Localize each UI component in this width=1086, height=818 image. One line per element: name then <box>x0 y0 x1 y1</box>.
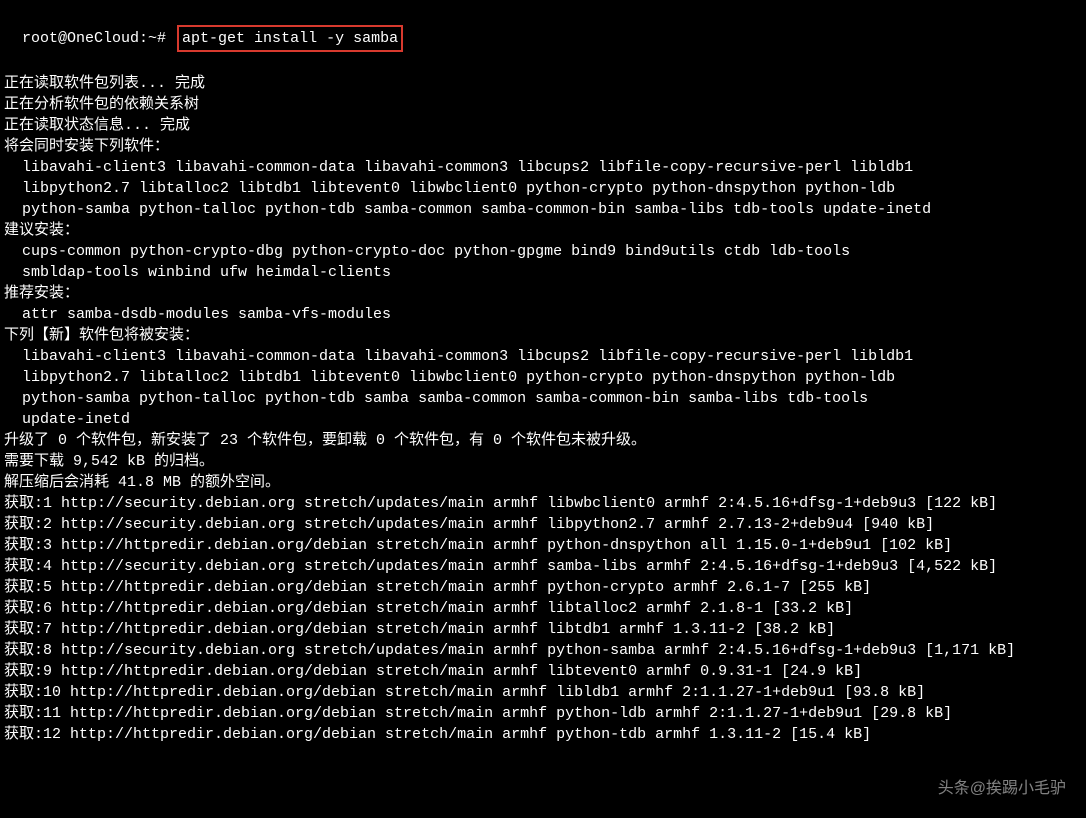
output-line: 获取:10 http://httpredir.debian.org/debian… <box>4 682 1082 703</box>
output-line: 正在读取软件包列表... 完成 <box>4 73 1082 94</box>
output-line: 获取:9 http://httpredir.debian.org/debian … <box>4 661 1082 682</box>
output-line: libavahi-client3 libavahi-common-data li… <box>4 157 1082 178</box>
output-line: libpython2.7 libtalloc2 libtdb1 libteven… <box>4 178 1082 199</box>
output-line: 获取:2 http://security.debian.org stretch/… <box>4 514 1082 535</box>
output-line: attr samba-dsdb-modules samba-vfs-module… <box>4 304 1082 325</box>
output-line: 获取:5 http://httpredir.debian.org/debian … <box>4 577 1082 598</box>
output-line: 推荐安装： <box>4 283 1082 304</box>
output-line: 获取:1 http://security.debian.org stretch/… <box>4 493 1082 514</box>
output-line: 将会同时安装下列软件： <box>4 136 1082 157</box>
output-line: python-samba python-talloc python-tdb sa… <box>4 199 1082 220</box>
output-line: 升级了 0 个软件包，新安装了 23 个软件包，要卸载 0 个软件包，有 0 个… <box>4 430 1082 451</box>
output-line: 获取:7 http://httpredir.debian.org/debian … <box>4 619 1082 640</box>
output-line: smbldap-tools winbind ufw heimdal-client… <box>4 262 1082 283</box>
output-line: 下列【新】软件包将被安装： <box>4 325 1082 346</box>
shell-prompt: root@OneCloud:~# <box>22 30 175 47</box>
terminal-output[interactable]: root@OneCloud:~# apt-get install -y samb… <box>4 4 1082 766</box>
output-line: 获取:4 http://security.debian.org stretch/… <box>4 556 1082 577</box>
output-line: 获取:8 http://security.debian.org stretch/… <box>4 640 1082 661</box>
output-line: libavahi-client3 libavahi-common-data li… <box>4 346 1082 367</box>
output-line: 获取:11 http://httpredir.debian.org/debian… <box>4 703 1082 724</box>
output-lines: 正在读取软件包列表... 完成正在分析软件包的依赖关系树正在读取状态信息... … <box>4 73 1082 745</box>
output-line: libpython2.7 libtalloc2 libtdb1 libteven… <box>4 367 1082 388</box>
output-line: 正在读取状态信息... 完成 <box>4 115 1082 136</box>
output-line: 需要下载 9,542 kB 的归档。 <box>4 451 1082 472</box>
output-line: 获取:6 http://httpredir.debian.org/debian … <box>4 598 1082 619</box>
command-highlight: apt-get install -y samba <box>177 25 403 52</box>
output-line: 建议安装： <box>4 220 1082 241</box>
output-line: 解压缩后会消耗 41.8 MB 的额外空间。 <box>4 472 1082 493</box>
output-line: 正在分析软件包的依赖关系树 <box>4 94 1082 115</box>
watermark-text: 头条@挨踢小毛驴 <box>938 778 1066 800</box>
output-line: 获取:12 http://httpredir.debian.org/debian… <box>4 724 1082 745</box>
output-line: python-samba python-talloc python-tdb sa… <box>4 388 1082 409</box>
output-line: update-inetd <box>4 409 1082 430</box>
output-line: 获取:3 http://httpredir.debian.org/debian … <box>4 535 1082 556</box>
output-line: cups-common python-crypto-dbg python-cry… <box>4 241 1082 262</box>
